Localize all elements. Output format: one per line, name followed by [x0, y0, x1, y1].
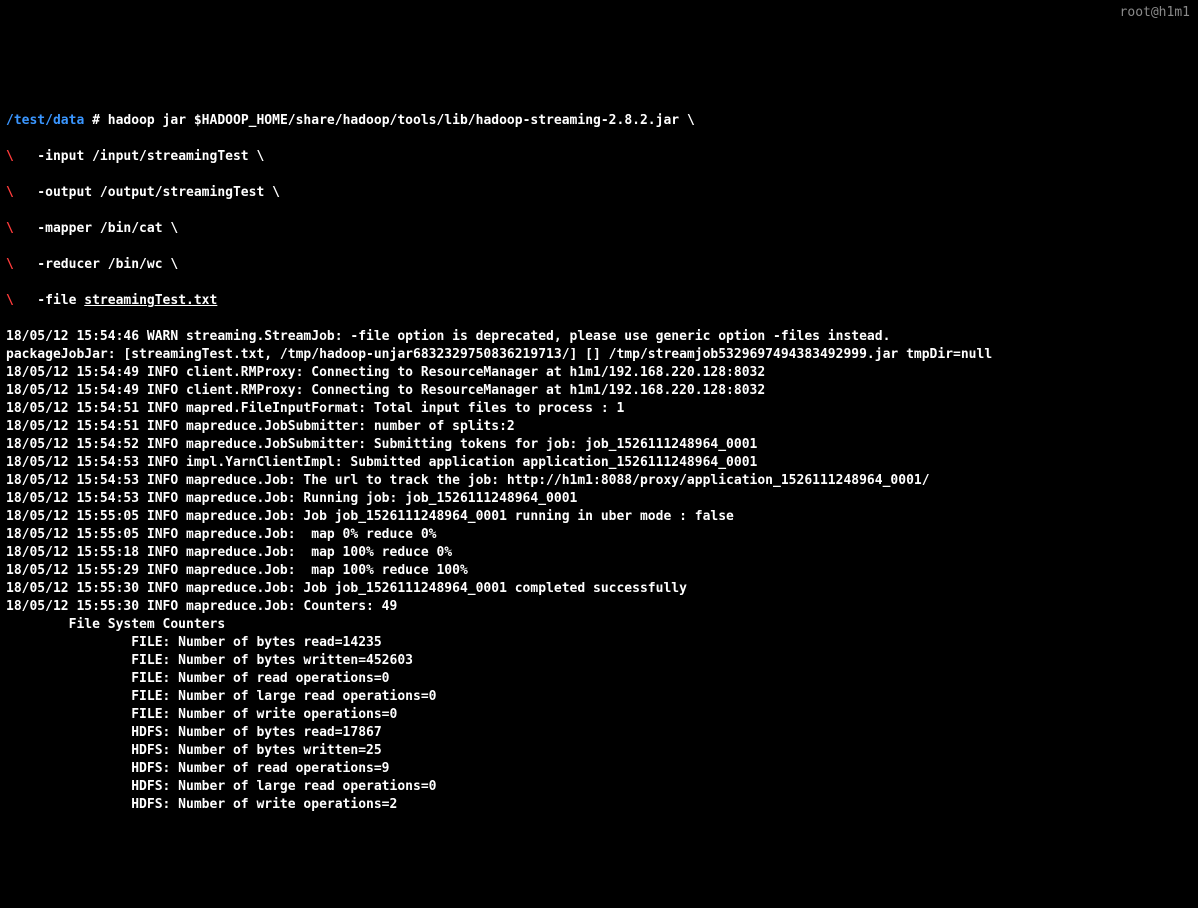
arg-mapper: -mapper /bin/cat \	[14, 221, 178, 236]
host-label: root@h1m1	[1120, 4, 1190, 22]
output-line: FILE: Number of bytes read=14235	[6, 634, 1192, 652]
output-line: 18/05/12 15:55:30 INFO mapreduce.Job: Jo…	[6, 580, 1192, 598]
output-line: 18/05/12 15:54:51 INFO mapred.FileInputF…	[6, 400, 1192, 418]
output-line: 18/05/12 15:54:52 INFO mapreduce.JobSubm…	[6, 436, 1192, 454]
output-line: 18/05/12 15:55:18 INFO mapreduce.Job: ma…	[6, 544, 1192, 562]
continuation-line[interactable]: \ -input /input/streamingTest \	[6, 148, 1192, 166]
output-line: HDFS: Number of write operations=2	[6, 796, 1192, 814]
output-line: 18/05/12 15:55:29 INFO mapreduce.Job: ma…	[6, 562, 1192, 580]
output-line: HDFS: Number of read operations=9	[6, 760, 1192, 778]
output-line: 18/05/12 15:54:46 WARN streaming.StreamJ…	[6, 328, 1192, 346]
output-line: FILE: Number of read operations=0	[6, 670, 1192, 688]
output-line: 18/05/12 15:55:05 INFO mapreduce.Job: Jo…	[6, 508, 1192, 526]
backslash-cont: \	[6, 185, 14, 200]
command-line[interactable]: /test/data # hadoop jar $HADOOP_HOME/sha…	[6, 112, 1192, 130]
arg-output: -output /output/streamingTest \	[14, 185, 280, 200]
output-line: HDFS: Number of bytes written=25	[6, 742, 1192, 760]
backslash-cont: \	[6, 257, 14, 272]
continuation-line[interactable]: \ -reducer /bin/wc \	[6, 256, 1192, 274]
prompt-hash: #	[84, 113, 107, 128]
cwd: /test/data	[6, 113, 84, 128]
output-line: 18/05/12 15:55:30 INFO mapreduce.Job: Co…	[6, 598, 1192, 616]
command-text: hadoop jar $HADOOP_HOME/share/hadoop/too…	[108, 113, 695, 128]
output-line: 18/05/12 15:54:51 INFO mapreduce.JobSubm…	[6, 418, 1192, 436]
arg-file-prefix: -file	[14, 293, 84, 308]
output-line: 18/05/12 15:54:53 INFO mapreduce.Job: Th…	[6, 472, 1192, 490]
backslash-cont: \	[6, 221, 14, 236]
output-line: 18/05/12 15:54:53 INFO impl.YarnClientIm…	[6, 454, 1192, 472]
output-line: File System Counters	[6, 616, 1192, 634]
continuation-line[interactable]: \ -file streamingTest.txt	[6, 292, 1192, 310]
output-line: FILE: Number of write operations=0	[6, 706, 1192, 724]
output-line: 18/05/12 15:54:49 INFO client.RMProxy: C…	[6, 382, 1192, 400]
backslash-cont: \	[6, 293, 14, 308]
output-line: FILE: Number of bytes written=452603	[6, 652, 1192, 670]
output-line: 18/05/12 15:54:53 INFO mapreduce.Job: Ru…	[6, 490, 1192, 508]
output-line: packageJobJar: [streamingTest.txt, /tmp/…	[6, 346, 1192, 364]
output-line: HDFS: Number of bytes read=17867	[6, 724, 1192, 742]
arg-reducer: -reducer /bin/wc \	[14, 257, 178, 272]
arg-input: -input /input/streamingTest \	[14, 149, 264, 164]
arg-file-name: streamingTest.txt	[84, 293, 217, 308]
output-line: HDFS: Number of large read operations=0	[6, 778, 1192, 796]
output-line: FILE: Number of large read operations=0	[6, 688, 1192, 706]
backslash-cont: \	[6, 149, 14, 164]
continuation-line[interactable]: \ -mapper /bin/cat \	[6, 220, 1192, 238]
terminal-output: 18/05/12 15:54:46 WARN streaming.StreamJ…	[6, 328, 1192, 814]
continuation-line[interactable]: \ -output /output/streamingTest \	[6, 184, 1192, 202]
output-line: 18/05/12 15:54:49 INFO client.RMProxy: C…	[6, 364, 1192, 382]
output-line: 18/05/12 15:55:05 INFO mapreduce.Job: ma…	[6, 526, 1192, 544]
